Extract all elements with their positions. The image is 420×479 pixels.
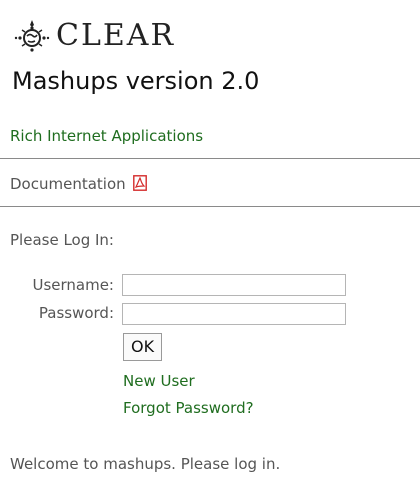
forgot-password-link[interactable]: Forgot Password?	[123, 398, 254, 418]
ok-button[interactable]: OK	[123, 333, 163, 361]
status-message: Welcome to mashups. Please log in.	[10, 455, 281, 473]
password-label: Password:	[38, 304, 114, 322]
divider	[0, 158, 420, 159]
divider	[0, 206, 420, 207]
rich-apps-link[interactable]: Rich Internet Applications	[10, 127, 203, 145]
logo-wordmark: CLEAR	[56, 18, 176, 53]
password-input[interactable]	[122, 303, 346, 325]
new-user-link[interactable]: New User	[123, 371, 195, 391]
page-title: Mashups version 2.0	[12, 67, 260, 95]
globe-ornament-icon	[14, 20, 50, 52]
rich-apps-row: Rich Internet Applications	[10, 126, 420, 146]
logo: CLEAR	[12, 16, 175, 56]
login-prompt: Please Log In:	[10, 231, 114, 249]
documentation-row: Documentation	[10, 174, 420, 194]
username-input[interactable]	[122, 274, 346, 296]
username-label: Username:	[32, 276, 114, 294]
pdf-icon[interactable]	[133, 175, 148, 191]
documentation-link[interactable]: Documentation	[10, 175, 126, 193]
